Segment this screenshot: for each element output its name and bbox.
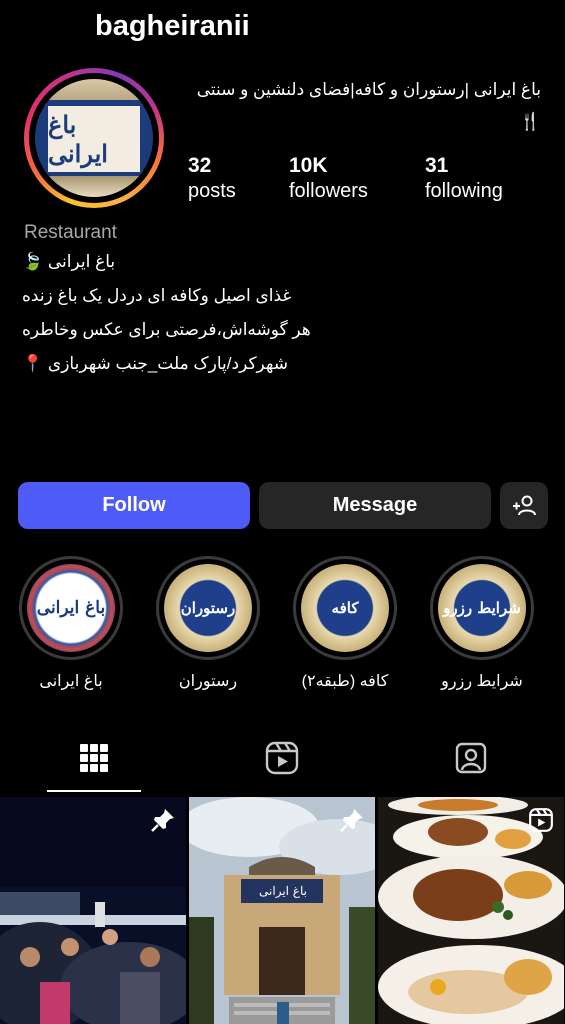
highlight-image-text: شرایط رزرو <box>443 599 521 617</box>
posts-count: 32 <box>188 154 212 177</box>
tab-tagged[interactable] <box>453 740 489 776</box>
bio-line-3: هر گوشه‌اش،فرصتی برای عکس وخاطره <box>22 320 311 339</box>
tab-reels[interactable] <box>264 740 300 776</box>
highlight-label: شرایط رزرو <box>441 673 523 690</box>
add-user-button[interactable] <box>500 482 548 529</box>
stat-following[interactable]: 31 following <box>425 154 503 203</box>
bio-line-4: شهرکرد/پارک ملت_جنب شهربازی 📍 <box>22 354 288 373</box>
posts-label: posts <box>188 180 236 202</box>
reels-icon <box>265 741 299 775</box>
following-label: following <box>425 180 503 202</box>
highlight-image-text: رستوران <box>180 599 236 617</box>
post-thumbnail-1[interactable] <box>0 797 186 1024</box>
highlight-label: کافه (طبقه۲) <box>301 673 389 690</box>
stat-posts[interactable]: 32 posts <box>188 154 236 203</box>
post-thumbnail-2[interactable]: باغ ایرانی <box>189 797 375 1024</box>
highlight-bagh-irani[interactable]: باغ ایرانی باغ ایرانی <box>16 556 126 691</box>
bio-line-2: غذای اصیل وکافه ای دردل یک باغ زنده <box>22 286 292 305</box>
highlight-image-text: کافه <box>331 599 359 617</box>
tab-posts-grid[interactable] <box>76 740 112 776</box>
highlight-reservation[interactable]: شرایط رزرو شرایط رزرو <box>427 556 537 691</box>
profile-headline: باغ ایرانی |رستوران و کافه|فضای دلنشین و… <box>196 80 541 131</box>
pin-icon <box>340 809 363 832</box>
highlight-label: باغ ایرانی <box>39 673 103 690</box>
message-button[interactable]: Message <box>259 482 491 529</box>
highlight-restaurant[interactable]: رستوران رستوران <box>153 556 263 691</box>
bio-line-1: باغ ایرانی 🍃 <box>22 252 116 271</box>
stat-followers[interactable]: 10K followers <box>289 154 368 203</box>
profile-avatar[interactable]: باغ ایرانی <box>24 68 164 208</box>
pin-icon <box>151 809 174 832</box>
profile-category: Restaurant <box>24 222 117 243</box>
highlight-image-text: باغ ایرانی <box>36 598 106 618</box>
highlight-cafe[interactable]: کافه کافه (طبقه۲) <box>290 556 400 691</box>
follow-button[interactable]: Follow <box>18 482 250 529</box>
highlight-label: رستوران <box>178 673 238 690</box>
avatar-logo-text: باغ ایرانی <box>45 103 143 175</box>
tagged-icon <box>455 742 487 774</box>
post-sign-text: باغ ایرانی <box>259 884 307 898</box>
following-count: 31 <box>425 154 449 177</box>
username: bagheiranii <box>95 10 250 42</box>
followers-count: 10K <box>289 154 328 177</box>
add-person-icon <box>513 495 536 515</box>
grid-icon <box>80 744 108 772</box>
post-thumbnail-3[interactable] <box>378 797 564 1024</box>
followers-label: followers <box>289 180 368 202</box>
active-tab-indicator <box>47 790 141 792</box>
reels-icon <box>529 808 553 832</box>
